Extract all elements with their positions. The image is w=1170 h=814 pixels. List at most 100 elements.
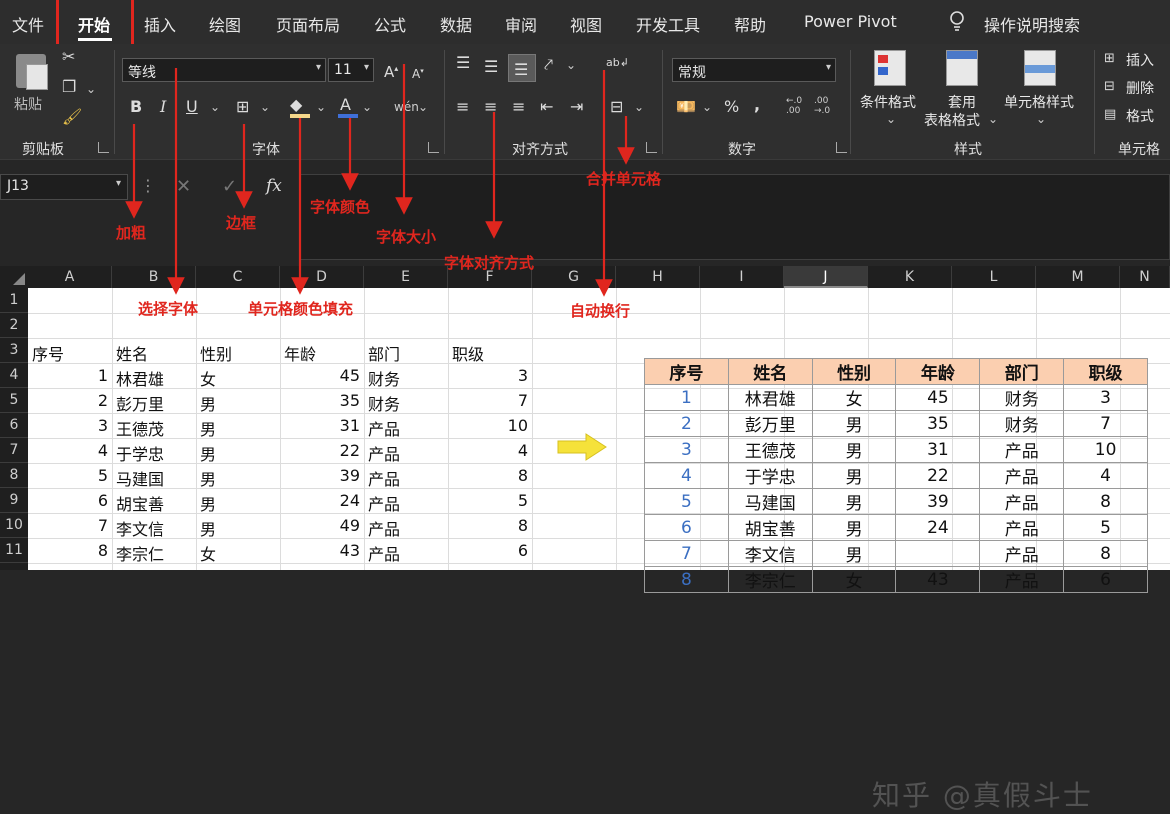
cell[interactable]: 8 <box>448 463 532 488</box>
formatted-cell[interactable]: 35 <box>895 410 981 437</box>
conditional-format-chevron-icon[interactable]: ⌄ <box>886 112 896 126</box>
orientation-icon[interactable]: ⤤ <box>544 56 553 74</box>
column-header[interactable]: B <box>112 266 196 288</box>
copy-icon[interactable]: ❐ <box>62 78 76 96</box>
cell[interactable]: 男 <box>196 513 280 539</box>
cell[interactable]: 4 <box>448 438 532 463</box>
cell[interactable]: 31 <box>280 413 364 438</box>
format-painter-icon[interactable]: 🖌 <box>62 108 82 126</box>
align-middle-icon[interactable]: ☰ <box>484 58 498 76</box>
formatted-cell[interactable]: 女 <box>811 566 897 593</box>
cell[interactable]: 4 <box>28 438 112 463</box>
cell[interactable]: 49 <box>280 513 364 538</box>
cell[interactable]: 2 <box>28 388 112 413</box>
cell[interactable]: 10 <box>448 413 532 438</box>
cut-icon[interactable]: ✂ <box>62 48 75 66</box>
cell-styles-label[interactable]: 单元格样式 <box>1004 92 1074 112</box>
tab-developer[interactable]: 开发工具 <box>636 12 700 36</box>
decrease-indent-icon[interactable]: ⇤ <box>540 98 553 116</box>
formatted-cell[interactable]: 8 <box>1063 488 1148 515</box>
formatted-cell[interactable]: 产品 <box>979 436 1065 463</box>
formatted-cell[interactable]: 10 <box>1063 436 1148 463</box>
alignment-launcher-icon[interactable] <box>646 142 657 153</box>
column-header[interactable]: H <box>616 266 700 288</box>
row-header[interactable]: 4 <box>0 363 28 388</box>
formatted-cell[interactable]: 7 <box>644 540 729 567</box>
delete-cells-label[interactable]: 删除 <box>1126 78 1154 98</box>
decrease-font-icon[interactable]: A▾ <box>412 62 424 83</box>
column-header[interactable]: K <box>868 266 952 288</box>
formatted-cell[interactable] <box>895 540 981 567</box>
cell[interactable]: 8 <box>448 513 532 538</box>
name-box[interactable]: J13 ▾ <box>0 174 128 200</box>
cell[interactable]: 年龄 <box>280 338 364 364</box>
cell[interactable]: 林君雄 <box>112 363 196 389</box>
chevron-down-icon[interactable]: ▾ <box>116 178 121 189</box>
cell[interactable]: 45 <box>280 363 364 388</box>
formatted-cell[interactable]: 24 <box>895 514 981 541</box>
number-launcher-icon[interactable] <box>836 142 847 153</box>
cell-area[interactable]: 序号 姓名 性别 年龄 部门 职级 1 林君雄女 45 财务 3 2 彭万里男 35 财务 7 3 王德茂男 31 产… <box>28 288 1170 593</box>
formatted-cell[interactable]: 李文信 <box>727 540 813 567</box>
cell[interactable]: 财务 <box>364 363 448 389</box>
number-format-dropdown[interactable]: 常规 ▾ <box>672 58 836 82</box>
tab-page-layout[interactable]: 页面布局 <box>276 12 340 36</box>
format-cells-label[interactable]: 格式 <box>1126 106 1154 126</box>
column-header[interactable]: A <box>28 266 112 288</box>
fill-dropdown-chevron-icon[interactable]: ⌄ <box>316 100 326 114</box>
formatted-cell[interactable]: 22 <box>895 462 981 489</box>
cell[interactable]: 李宗仁 <box>112 538 196 564</box>
formatted-cell[interactable]: 43 <box>895 566 981 593</box>
formatted-cell[interactable]: 于学忠 <box>727 462 813 489</box>
tab-help[interactable]: 帮助 <box>734 12 766 36</box>
formatted-cell[interactable]: 产品 <box>979 540 1065 567</box>
cell[interactable]: 产品 <box>364 513 448 539</box>
format-as-table-label-1[interactable]: 套用 <box>948 92 976 112</box>
cell[interactable]: 男 <box>196 488 280 514</box>
column-header[interactable]: D <box>280 266 364 288</box>
formatted-cell[interactable]: 男 <box>811 540 897 567</box>
formatted-cell[interactable]: 39 <box>895 488 981 515</box>
formatted-cell[interactable]: 王德茂 <box>727 436 813 463</box>
formatted-cell[interactable]: 李宗仁 <box>727 566 813 593</box>
tab-power-pivot[interactable]: Power Pivot <box>804 12 897 31</box>
cell[interactable]: 43 <box>280 538 364 563</box>
column-header[interactable]: I <box>700 266 784 288</box>
font-name-dropdown[interactable]: 等线 ▾ <box>122 58 326 82</box>
phonetic-dropdown-chevron-icon[interactable]: ⌄ <box>418 100 428 114</box>
formatted-cell[interactable]: 7 <box>1063 410 1148 437</box>
formatted-cell[interactable]: 男 <box>811 514 897 541</box>
insert-cells-icon[interactable]: ⊞ <box>1104 50 1115 68</box>
formatted-cell[interactable]: 6 <box>1063 566 1148 593</box>
formatted-cell[interactable]: 3 <box>644 436 729 463</box>
column-header[interactable]: J <box>784 266 868 288</box>
cell[interactable]: 男 <box>196 413 280 439</box>
clipboard-launcher-icon[interactable] <box>98 142 109 153</box>
underline-dropdown-chevron-icon[interactable]: ⌄ <box>210 100 220 114</box>
merge-center-icon[interactable]: ⊟ <box>610 98 623 116</box>
formatted-header-cell[interactable]: 职级 <box>1063 358 1148 385</box>
increase-decimal-icon[interactable]: ←.0.00 <box>786 96 802 116</box>
cell[interactable]: 男 <box>196 438 280 464</box>
border-icon[interactable]: ⊞ <box>236 98 249 116</box>
cell[interactable]: 39 <box>280 463 364 488</box>
increase-indent-icon[interactable]: ⇥ <box>570 98 583 116</box>
column-header[interactable]: E <box>364 266 448 288</box>
font-launcher-icon[interactable] <box>428 142 439 153</box>
format-as-table-chevron-icon[interactable]: ⌄ <box>988 112 998 126</box>
column-header[interactable]: L <box>952 266 1036 288</box>
formatted-cell[interactable]: 8 <box>644 566 729 593</box>
currency-icon[interactable]: 💴 <box>676 98 696 116</box>
formatted-cell[interactable]: 8 <box>1063 540 1148 567</box>
cell[interactable]: 8 <box>28 538 112 563</box>
align-top-icon[interactable]: ☰ <box>456 54 470 72</box>
fill-color-icon[interactable]: ◆ <box>290 96 302 114</box>
formatted-cell[interactable]: 财务 <box>979 384 1065 411</box>
decrease-decimal-icon[interactable]: .00 →.0 <box>814 96 830 116</box>
row-header[interactable]: 7 <box>0 438 28 463</box>
format-cells-icon[interactable]: ▤ <box>1104 106 1116 124</box>
row-header[interactable]: 9 <box>0 488 28 513</box>
column-header[interactable]: N <box>1120 266 1170 288</box>
formatted-cell[interactable]: 6 <box>644 514 729 541</box>
tab-review[interactable]: 审阅 <box>505 12 537 36</box>
